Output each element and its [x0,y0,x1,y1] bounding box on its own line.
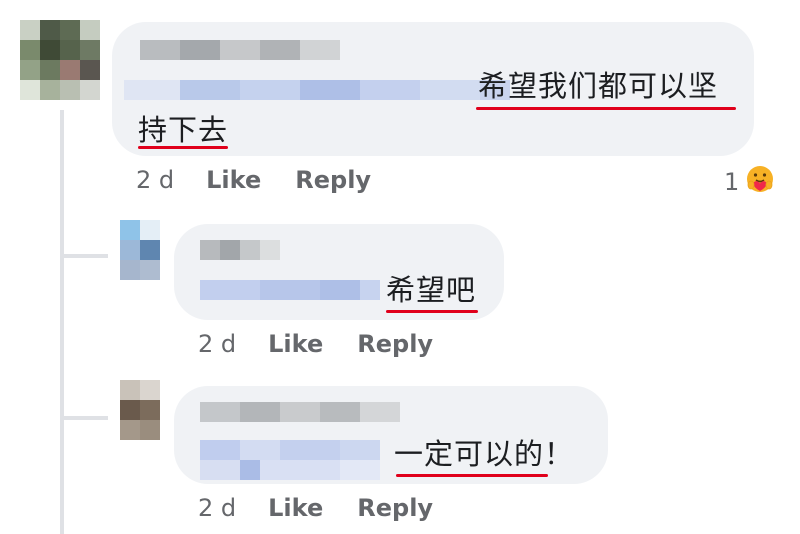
comment-actions: 2 d Like Reply [136,166,405,194]
thread-line [60,110,64,534]
blurred-text [200,280,380,300]
like-button[interactable]: Like [268,330,323,358]
text-underline [476,107,736,110]
blurred-text [200,460,380,480]
comment-actions: 2 d Like Reply [198,494,467,522]
blurred-username [140,40,340,60]
reply-button[interactable]: Reply [357,330,433,358]
thread-branch [60,416,108,420]
comment-text: 希望吧 [386,273,477,307]
comment-timestamp[interactable]: 2 d [198,494,236,522]
comment-timestamp[interactable]: 2 d [136,166,174,194]
comment-text: 一定可以的！ [394,437,575,471]
care-emoji-icon [745,164,775,200]
blurred-username [200,240,280,260]
blurred-text [124,80,510,100]
like-button[interactable]: Like [268,494,323,522]
reaction-count: 1 [724,168,740,196]
text-underline [396,474,548,477]
text-underline [386,310,478,313]
avatar[interactable] [20,20,100,100]
blurred-text [200,440,380,460]
blurred-username [200,402,400,422]
text-underline [138,146,228,149]
avatar[interactable] [120,220,160,280]
comment-text: 希望我们都可以坚 [478,69,719,103]
comment-timestamp[interactable]: 2 d [198,330,236,358]
reply-button[interactable]: Reply [295,166,371,194]
thread-branch [60,228,64,254]
like-button[interactable]: Like [206,166,261,194]
avatar[interactable] [120,380,160,440]
comment-text: 持下去 [138,113,229,147]
reply-button[interactable]: Reply [357,494,433,522]
comment-actions: 2 d Like Reply [198,330,467,358]
thread-branch [60,254,108,258]
reaction-summary[interactable]: 1 [724,164,775,200]
